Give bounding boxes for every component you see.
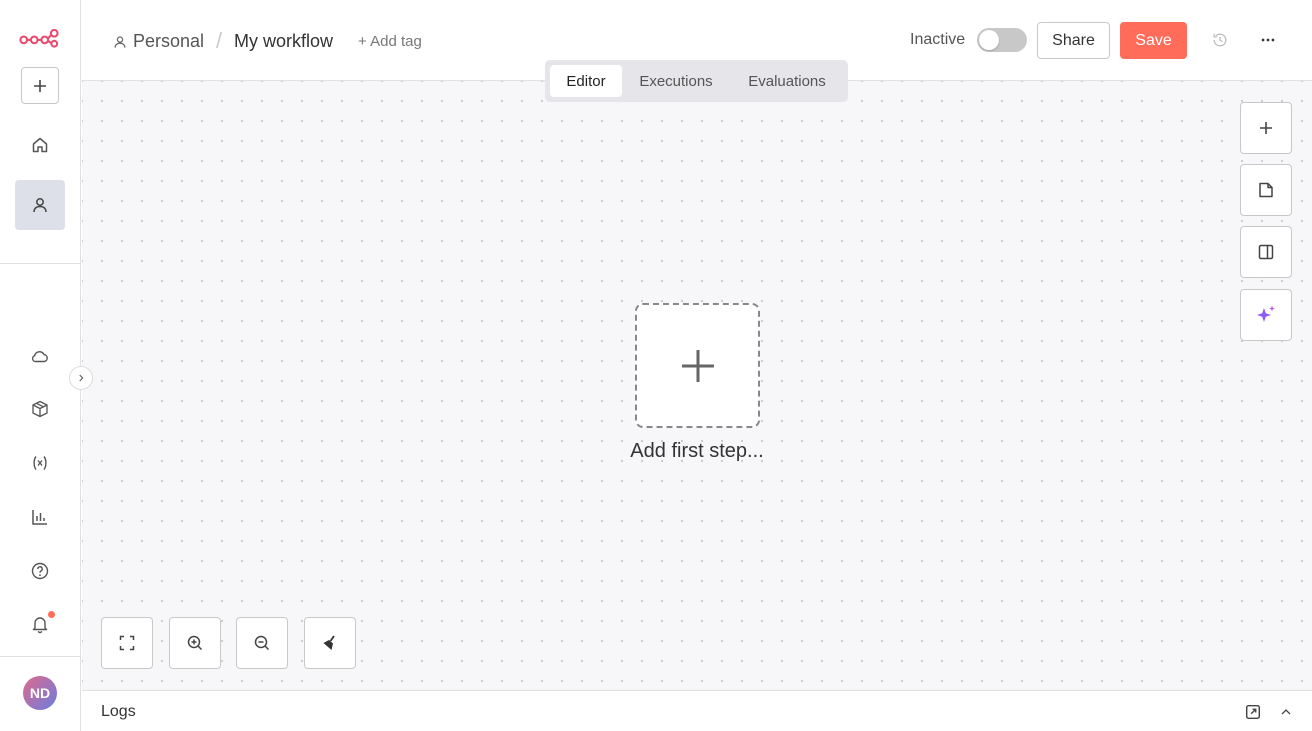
- add-first-step-button[interactable]: [635, 303, 760, 428]
- zoom-out-button[interactable]: [236, 617, 288, 669]
- ellipsis-icon: [1261, 38, 1275, 42]
- sidebar-item-notifications[interactable]: [20, 604, 60, 644]
- fit-view-icon: [119, 635, 135, 651]
- chevron-up-icon: [1281, 709, 1291, 715]
- tab-evaluations[interactable]: Evaluations: [733, 65, 841, 97]
- templates-icon: [32, 400, 48, 418]
- open-nodes-panel-button[interactable]: [1240, 102, 1292, 154]
- panel-right-icon: [1258, 244, 1274, 260]
- status-label: Inactive: [910, 31, 966, 48]
- sidebar-item-cloud[interactable]: [20, 336, 60, 376]
- share-button[interactable]: Share: [1037, 22, 1110, 59]
- sidebar: ND: [0, 0, 81, 731]
- add-tag-button[interactable]: + Add tag: [358, 33, 422, 50]
- expand-logs-button[interactable]: [1276, 702, 1296, 722]
- workflow-canvas[interactable]: Add first step...: [82, 81, 1312, 690]
- sidebar-item-personal[interactable]: [15, 180, 65, 230]
- sidebar-item-templates[interactable]: [20, 389, 60, 429]
- zoom-in-icon: [187, 635, 203, 651]
- sidebar-item-insights[interactable]: [20, 497, 60, 537]
- plus-icon: [681, 349, 714, 382]
- breadcrumb-project[interactable]: Personal: [133, 31, 204, 52]
- sidebar-collapse-button[interactable]: [69, 366, 93, 390]
- user-icon: [33, 198, 47, 213]
- n8n-logo[interactable]: [18, 24, 60, 52]
- plus-icon: [1260, 122, 1272, 134]
- sidebar-item-home[interactable]: [15, 120, 65, 170]
- ai-assistant-button[interactable]: [1240, 289, 1292, 341]
- home-icon: [32, 137, 48, 153]
- n8n-logo-icon: [19, 28, 59, 48]
- tab-executions[interactable]: Executions: [627, 65, 725, 97]
- breadcrumb[interactable]: Personal: [112, 31, 204, 52]
- bell-icon: [32, 617, 48, 634]
- zoom-in-button[interactable]: [169, 617, 221, 669]
- zoom-out-icon: [254, 635, 270, 651]
- view-tabs: Editor Executions Evaluations: [545, 60, 848, 102]
- new-button[interactable]: [21, 67, 59, 104]
- logs-label: Logs: [101, 703, 136, 720]
- sparkle-icon: [1257, 305, 1275, 322]
- sticky-note-icon: [1259, 182, 1273, 198]
- sidebar-item-help[interactable]: [20, 551, 60, 591]
- add-sticky-note-button[interactable]: [1240, 164, 1292, 216]
- more-options-button[interactable]: [1256, 28, 1280, 52]
- save-button[interactable]: Save: [1120, 22, 1187, 59]
- toggle-side-panel-button[interactable]: [1240, 226, 1292, 278]
- workflow-name[interactable]: My workflow: [234, 31, 333, 52]
- active-toggle[interactable]: [977, 28, 1027, 52]
- sidebar-item-variables[interactable]: [20, 443, 60, 483]
- plus-icon: [34, 79, 46, 92]
- broom-icon: [323, 635, 335, 650]
- add-first-step-label: Add first step...: [630, 440, 764, 462]
- cloud-icon: [31, 351, 48, 363]
- history-icon: [1213, 33, 1227, 47]
- external-window-icon: [1245, 704, 1261, 720]
- breadcrumb-separator: /: [216, 28, 223, 53]
- avatar[interactable]: ND: [23, 676, 57, 710]
- user-icon: [114, 35, 126, 48]
- tab-editor[interactable]: Editor: [550, 65, 622, 97]
- insights-icon: [32, 510, 47, 525]
- sidebar-divider: [0, 263, 81, 264]
- notification-badge: [48, 611, 55, 618]
- chevron-right-icon: [79, 374, 84, 382]
- variables-icon: [33, 456, 47, 470]
- history-button[interactable]: [1208, 28, 1232, 52]
- logs-panel-bar[interactable]: Logs: [82, 690, 1312, 731]
- tidy-up-button[interactable]: [304, 617, 356, 669]
- toggle-knob: [979, 30, 999, 50]
- pop-out-logs-button[interactable]: [1243, 702, 1263, 722]
- help-icon: [31, 562, 49, 580]
- sidebar-divider: [0, 656, 81, 657]
- zoom-to-fit-button[interactable]: [101, 617, 153, 669]
